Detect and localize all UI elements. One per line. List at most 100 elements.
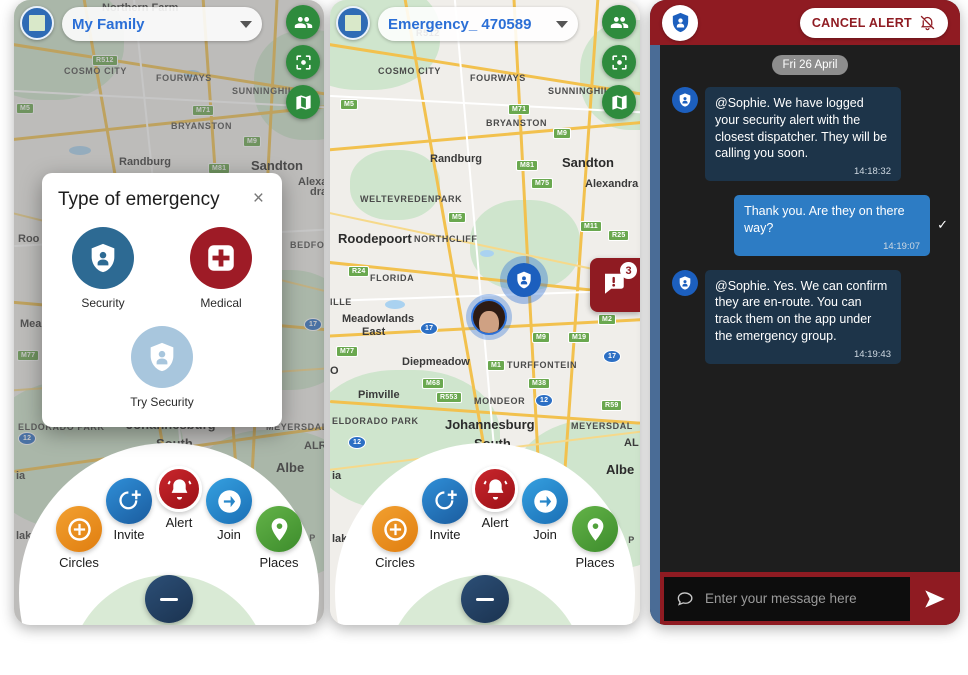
emergency-type-dialog: Type of emergency × Security Medical Try… [42, 173, 282, 427]
road-shield: R59 [601, 400, 623, 411]
screenshot-root: Northern FarmCOSMO CITYFOURWAYSSUNNINGHI… [0, 0, 968, 675]
map-label: Johannesburg [445, 417, 535, 432]
members-button[interactable] [602, 5, 636, 39]
send-icon [925, 589, 945, 608]
phone-panel-family-map: Northern FarmCOSMO CITYFOURWAYSSUNNINGHI… [14, 0, 324, 625]
dialog-options-row-2: Try Security [58, 326, 266, 409]
top-bar-1: My Family [14, 0, 324, 119]
arc-item-places[interactable]: Places [244, 506, 314, 570]
app-logo[interactable] [336, 6, 370, 40]
send-button[interactable] [910, 572, 960, 625]
group-selector-2[interactable]: Emergency_ 470589 [378, 7, 578, 41]
collapse-menu-button[interactable] [461, 575, 509, 623]
emergency-marker[interactable] [500, 256, 548, 304]
road-shield: R25 [608, 230, 630, 241]
arc-item-label: Places [259, 555, 299, 570]
map-label: FLORIDA [370, 273, 415, 283]
cancel-alert-label: CANCEL ALERT [811, 15, 912, 30]
emergency-option-security[interactable]: Security [66, 227, 140, 310]
road-shield: 17 [603, 350, 622, 363]
map-label: ia [332, 470, 342, 482]
road-shield: M2 [598, 314, 617, 325]
road-shield: M77 [336, 346, 359, 357]
message-input[interactable] [705, 591, 898, 606]
road-shield: M75 [531, 178, 554, 189]
road-shield: M9 [553, 128, 572, 139]
message-row: Thank you. Are they on there way? 14:19:… [672, 195, 948, 256]
map-pin-icon [256, 506, 302, 552]
group-selector-1[interactable]: My Family [62, 7, 262, 41]
message-time: 14:19:07 [883, 240, 921, 252]
map-label: COSMO CITY [378, 66, 442, 76]
chat-alert-badge[interactable]: 3 [590, 258, 640, 312]
message-bubble: Thank you. Are they on there way? 14:19:… [734, 195, 931, 256]
map-label: East [362, 326, 386, 338]
dialog-header: Type of emergency × [58, 189, 266, 211]
road-shield: M19 [568, 332, 591, 343]
road-shield: M68 [422, 378, 445, 389]
map-label: Alexandra [585, 178, 639, 190]
map-layers-button[interactable] [286, 85, 320, 119]
road-shield: 12 [535, 394, 554, 407]
map-green-area [350, 150, 440, 220]
center-focus-icon [295, 54, 311, 70]
chat-header: CANCEL ALERT [650, 0, 960, 45]
road-shield: M38 [528, 378, 551, 389]
user-avatar-marker[interactable] [466, 294, 512, 340]
option-label: Try Security [130, 395, 194, 409]
chat-bubble-icon [677, 592, 693, 606]
people-icon [294, 16, 312, 28]
map-label: NORTHCLIFF [414, 234, 478, 244]
map-layers-button[interactable] [602, 85, 636, 119]
locate-button[interactable] [286, 45, 320, 79]
dialog-options-row-1: Security Medical [58, 227, 266, 310]
message-time: 14:19:43 [854, 348, 891, 360]
message-row: @Sophie. Yes. We can confirm they are en… [672, 269, 948, 364]
road-shield: M1 [487, 360, 506, 371]
map-side-buttons-1 [286, 5, 320, 119]
map-label: FOURWAYS [470, 73, 526, 83]
road-shield: M5 [340, 99, 359, 110]
map-label: ELDORADO PARK [332, 416, 419, 426]
date-chip: Fri 26 April [771, 55, 849, 75]
emergency-option-try-security[interactable]: Try Security [125, 326, 199, 409]
people-icon [610, 16, 628, 28]
shield-person-icon [517, 271, 531, 289]
map-icon [295, 94, 311, 110]
group-selector-label: My Family [72, 15, 145, 33]
avatar [672, 269, 698, 296]
map-water [385, 300, 405, 309]
map-label: MONDEOR [474, 396, 526, 406]
center-focus-icon [611, 54, 627, 70]
chevron-down-icon [240, 20, 252, 28]
road-shield: M81 [516, 160, 539, 171]
phone-panel-emergency-map: R512COSMO CITYFOURWAYSSUNNINGHILLBRYANST… [330, 0, 640, 625]
map-label: Roodepoort [338, 231, 412, 246]
cancel-alert-button[interactable]: CANCEL ALERT [799, 7, 948, 38]
message-list[interactable]: Fri 26 April @Sophie. We have logged you… [660, 45, 960, 572]
members-button[interactable] [286, 5, 320, 39]
road-shield: 12 [348, 436, 367, 449]
map-label: O [330, 365, 339, 377]
map-label: ILLE [330, 297, 352, 307]
locate-button[interactable] [602, 45, 636, 79]
message-input-bar [660, 572, 960, 625]
collapse-menu-button[interactable] [145, 575, 193, 623]
chevron-down-icon [556, 20, 568, 28]
arc-item-label: Circles [59, 555, 99, 570]
arc-item-places[interactable]: Places [560, 506, 630, 570]
phone-panel-chat: CANCEL ALERT Fri 26 April @Sophie. We ha… [650, 0, 960, 625]
map-label: Meadowlands [342, 313, 415, 325]
map-label: WELTEVREDENPARK [360, 194, 463, 204]
message-input-wrap[interactable] [664, 576, 910, 621]
message-bubble: @Sophie. We have logged your security al… [705, 87, 901, 181]
shield-person-icon [679, 93, 691, 107]
avatar [672, 87, 698, 113]
map-label: Pimville [358, 389, 400, 401]
app-logo[interactable] [20, 6, 54, 40]
shield-person-icon [72, 227, 134, 289]
shield-person-icon [672, 12, 688, 33]
close-icon[interactable]: × [251, 189, 266, 208]
map-label: BRYANSTON [486, 118, 548, 128]
emergency-option-medical[interactable]: Medical [184, 227, 258, 310]
